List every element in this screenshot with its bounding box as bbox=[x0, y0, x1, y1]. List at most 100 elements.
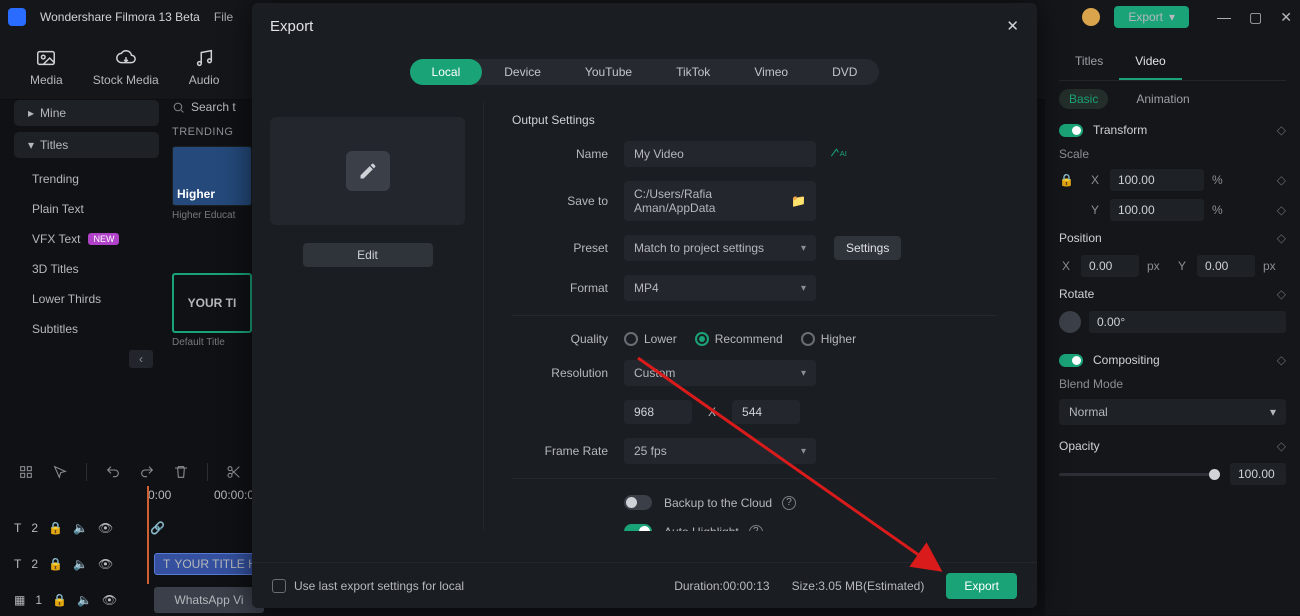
keyframe-icon[interactable]: ◇ bbox=[1277, 203, 1286, 217]
music-icon bbox=[193, 47, 215, 69]
lock-icon[interactable]: 🔒 bbox=[48, 557, 63, 571]
lock-icon[interactable]: 🔒 bbox=[52, 593, 67, 607]
undo-icon[interactable] bbox=[105, 464, 121, 480]
keyframe-icon[interactable]: ◇ bbox=[1277, 353, 1286, 367]
input-rotate[interactable]: 0.00° bbox=[1089, 311, 1286, 333]
search-input[interactable]: Search t bbox=[172, 100, 262, 114]
mute-icon[interactable]: 🔈 bbox=[73, 521, 88, 535]
label-size: Size:3.05 MB(Estimated) bbox=[792, 579, 925, 593]
edit-button[interactable]: Edit bbox=[303, 243, 433, 267]
folder-mine[interactable]: ▸Mine bbox=[14, 100, 159, 126]
scissors-icon[interactable] bbox=[226, 464, 242, 480]
subtab-basic[interactable]: Basic bbox=[1059, 89, 1108, 109]
lock-icon[interactable]: 🔒 bbox=[48, 521, 63, 535]
select-frame-rate[interactable]: 25 fps▾ bbox=[624, 438, 816, 464]
sidebar-item-subtitles[interactable]: Subtitles bbox=[14, 314, 159, 344]
tab-vimeo[interactable]: Vimeo bbox=[732, 59, 810, 85]
tab-youtube[interactable]: YouTube bbox=[563, 59, 654, 85]
select-resolution[interactable]: Custom▾ bbox=[624, 360, 816, 386]
slider-opacity[interactable] bbox=[1059, 473, 1220, 476]
input-pos-x[interactable]: 0.00 bbox=[1081, 255, 1139, 277]
toggle-transform[interactable] bbox=[1059, 124, 1083, 137]
text-track-icon[interactable]: T bbox=[14, 521, 21, 535]
tab-titles[interactable]: Titles bbox=[1059, 44, 1119, 80]
eye-icon[interactable]: 👁 bbox=[98, 557, 113, 571]
rotate-knob[interactable] bbox=[1059, 311, 1081, 333]
radio-quality-lower[interactable]: Lower bbox=[624, 332, 677, 346]
export-top-button[interactable]: Export ▾ bbox=[1114, 6, 1189, 28]
close-icon[interactable]: ✕ bbox=[1280, 9, 1292, 26]
toggle-compositing[interactable] bbox=[1059, 354, 1083, 367]
eye-icon[interactable]: 👁 bbox=[102, 593, 117, 607]
sidebar-item-lower-thirds[interactable]: Lower Thirds bbox=[14, 284, 159, 314]
tab-tiktok[interactable]: TikTok bbox=[654, 59, 732, 85]
left-nav: ▸Mine ▾Titles Trending Plain Text VFX Te… bbox=[14, 100, 159, 368]
sidebar-item-vfx-text[interactable]: VFX TextNEW bbox=[14, 224, 159, 254]
folder-titles[interactable]: ▾Titles bbox=[14, 132, 159, 158]
input-res-width[interactable]: 968 bbox=[624, 400, 692, 424]
input-opacity[interactable]: 100.00 bbox=[1230, 463, 1286, 485]
avatar[interactable] bbox=[1082, 8, 1100, 26]
input-scale-y[interactable]: 100.00 bbox=[1110, 199, 1204, 221]
input-res-height[interactable]: 544 bbox=[732, 400, 800, 424]
sidebar-item-plain-text[interactable]: Plain Text bbox=[14, 194, 159, 224]
select-blend-mode[interactable]: Normal▾ bbox=[1059, 399, 1286, 425]
asset-thumbnail[interactable]: Higher bbox=[172, 146, 252, 206]
tab-audio[interactable]: Audio bbox=[189, 47, 220, 87]
lock-icon[interactable]: 🔒 bbox=[1059, 173, 1074, 187]
keyframe-icon[interactable]: ◇ bbox=[1277, 439, 1286, 453]
keyframe-icon[interactable]: ◇ bbox=[1277, 123, 1286, 137]
tab-stock-media[interactable]: Stock Media bbox=[93, 47, 159, 87]
keyframe-icon[interactable]: ◇ bbox=[1277, 287, 1286, 301]
sidebar-item-trending[interactable]: Trending bbox=[14, 164, 159, 194]
menu-file[interactable]: File bbox=[214, 10, 233, 24]
tab-local[interactable]: Local bbox=[410, 59, 483, 85]
redo-icon[interactable] bbox=[139, 464, 155, 480]
link-icon[interactable]: 🔗 bbox=[150, 521, 165, 535]
trash-icon[interactable] bbox=[173, 464, 189, 480]
mute-icon[interactable]: 🔈 bbox=[77, 593, 92, 607]
eye-icon[interactable]: 👁 bbox=[98, 521, 113, 535]
title-clip-icon: T bbox=[163, 557, 170, 571]
tab-dvd[interactable]: DVD bbox=[810, 59, 879, 85]
subtab-animation[interactable]: Animation bbox=[1126, 89, 1199, 109]
collapse-sidebar[interactable]: ‹ bbox=[129, 350, 153, 368]
toggle-backup-cloud[interactable] bbox=[624, 495, 652, 510]
ai-rename-icon[interactable]: AI bbox=[830, 146, 848, 163]
sidebar-item-3d-titles[interactable]: 3D Titles bbox=[14, 254, 159, 284]
tab-media[interactable]: Media bbox=[30, 47, 63, 87]
select-preset[interactable]: Match to project settings▾ bbox=[624, 235, 816, 261]
input-pos-y[interactable]: 0.00 bbox=[1197, 255, 1255, 277]
label-preset: Preset bbox=[512, 241, 624, 255]
folder-icon[interactable]: 📁 bbox=[791, 194, 806, 208]
grid-icon[interactable] bbox=[18, 464, 34, 480]
radio-quality-recommend[interactable]: Recommend bbox=[695, 332, 783, 346]
asset-thumbnail-selected[interactable]: YOUR TI bbox=[172, 273, 252, 333]
playhead[interactable] bbox=[147, 486, 149, 584]
tab-video[interactable]: Video bbox=[1119, 44, 1181, 80]
preview-thumbnail[interactable] bbox=[270, 117, 465, 225]
export-button[interactable]: Export bbox=[946, 573, 1017, 599]
select-format[interactable]: MP4▾ bbox=[624, 275, 816, 301]
chevron-down-icon: ▾ bbox=[1169, 10, 1175, 24]
close-icon[interactable]: ✕ bbox=[1006, 17, 1019, 35]
minimize-icon[interactable]: — bbox=[1217, 9, 1231, 26]
help-icon[interactable]: ? bbox=[782, 496, 796, 510]
tab-device[interactable]: Device bbox=[482, 59, 563, 85]
help-icon[interactable]: ? bbox=[749, 525, 763, 532]
keyframe-icon[interactable]: ◇ bbox=[1277, 173, 1286, 187]
mute-icon[interactable]: 🔈 bbox=[73, 557, 88, 571]
text-track-icon[interactable]: T bbox=[14, 557, 21, 571]
checkbox-use-last[interactable] bbox=[272, 579, 286, 593]
timeline-clip-video[interactable]: WhatsApp Vi bbox=[154, 587, 264, 613]
maximize-icon[interactable]: ▢ bbox=[1249, 9, 1262, 26]
toggle-auto-highlight[interactable] bbox=[624, 524, 652, 531]
radio-quality-higher[interactable]: Higher bbox=[801, 332, 856, 346]
input-save-to[interactable]: C:/Users/Rafia Aman/AppData📁 bbox=[624, 181, 816, 221]
settings-button[interactable]: Settings bbox=[834, 236, 901, 260]
input-scale-x[interactable]: 100.00 bbox=[1110, 169, 1204, 191]
cursor-icon[interactable] bbox=[52, 464, 68, 480]
input-name[interactable]: My Video bbox=[624, 141, 816, 167]
keyframe-icon[interactable]: ◇ bbox=[1277, 231, 1286, 245]
video-track-icon[interactable]: ▦ bbox=[14, 593, 25, 607]
